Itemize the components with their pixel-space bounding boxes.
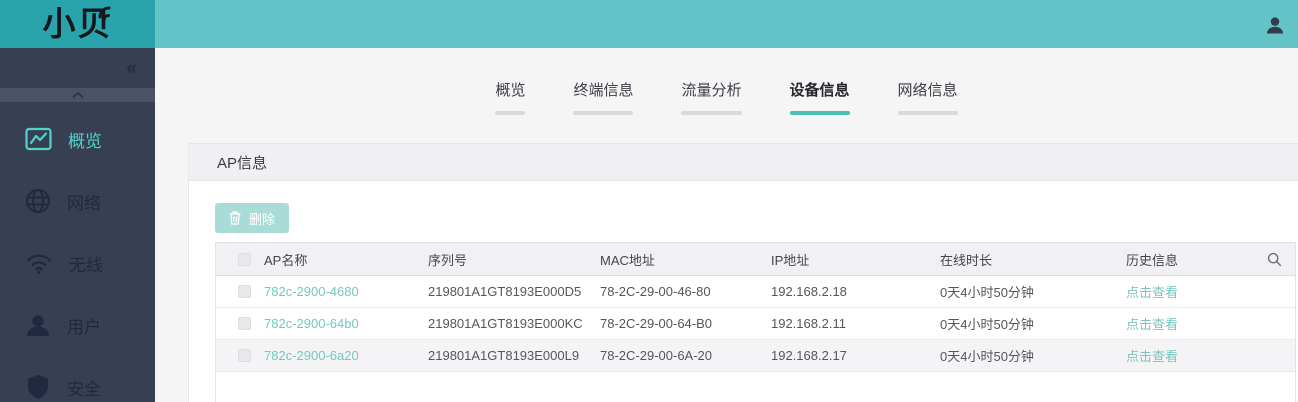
tab-bar: 概览 终端信息 流量分析 设备信息 网络信息 <box>155 48 1298 115</box>
sidebar-item-network[interactable]: 网络 <box>0 170 155 232</box>
ap-name-link[interactable]: 782c-2900-6a20 <box>264 348 359 363</box>
cell-ip: 192.168.2.17 <box>771 348 847 363</box>
tab-network-info[interactable]: 网络信息 <box>889 81 967 115</box>
cell-serial: 219801A1GT8193E000KC <box>428 316 583 331</box>
row-checkbox[interactable] <box>238 285 251 298</box>
column-header-history: 历史信息 <box>1126 252 1179 268</box>
cell-online: 0天4小时50分钟 <box>940 285 1034 300</box>
main-content: 概览 终端信息 流量分析 设备信息 网络信息 AP信息 删除 AP名称 序列号 … <box>155 48 1298 402</box>
user-icon <box>1266 17 1284 34</box>
tab-traffic-analysis[interactable]: 流量分析 <box>672 81 750 115</box>
ap-table: AP名称 序列号 MAC地址 IP地址 在线时长 历史信息 782c-2900-… <box>215 242 1296 402</box>
column-header-online: 在线时长 <box>940 252 993 268</box>
header-bar <box>155 0 1298 48</box>
user-icon <box>26 315 50 336</box>
sidebar-item-label: 网络 <box>67 193 101 213</box>
row-checkbox-cell <box>216 285 251 298</box>
search-icon <box>1267 252 1281 266</box>
tab-label: 概览 <box>495 82 526 99</box>
sidebar-item-wireless[interactable]: 无线 <box>0 232 155 294</box>
cell-online: 0天4小时50分钟 <box>940 317 1034 332</box>
table-row: 782c-2900-4680 219801A1GT8193E000D5 78-2… <box>216 276 1295 308</box>
panel-body: 删除 AP名称 序列号 MAC地址 IP地址 在线时长 历史信息 782c-29… <box>189 181 1298 402</box>
cell-history: 点击查看 <box>1126 346 1253 365</box>
column-header-serial: 序列号 <box>428 252 468 268</box>
table-row: 782c-2900-64b0 219801A1GT8193E000KC 78-2… <box>216 308 1295 340</box>
logo: 小贝 <box>0 0 155 48</box>
tab-underline <box>897 111 958 115</box>
column-header-mac: MAC地址 <box>600 252 655 268</box>
tab-label: 网络信息 <box>897 82 958 99</box>
sidebar-item-label: 无线 <box>69 255 103 275</box>
globe-icon <box>26 189 50 213</box>
cell-ip: 192.168.2.18 <box>771 284 847 299</box>
table-row: 782c-2900-6a20 219801A1GT8193E000L9 78-2… <box>216 340 1295 372</box>
cell-serial: 219801A1GT8193E000L9 <box>428 348 580 363</box>
panel-header: AP信息 <box>189 144 1298 181</box>
cell-serial: 219801A1GT8193E000D5 <box>428 284 582 299</box>
table-header-row: AP名称 序列号 MAC地址 IP地址 在线时长 历史信息 <box>216 243 1295 276</box>
chevron-up-icon <box>71 92 84 98</box>
sidebar-collapse-row: « <box>0 48 155 88</box>
tab-underline <box>495 111 526 115</box>
tab-underline <box>681 111 742 115</box>
tab-label: 设备信息 <box>789 82 850 99</box>
wifi-icon <box>26 254 52 274</box>
cell-mac: 78-2C-29-00-6A-20 <box>600 348 713 363</box>
sidebar-item-users[interactable]: 用户 <box>0 294 155 356</box>
row-checkbox[interactable] <box>238 317 251 330</box>
tab-device-info[interactable]: 设备信息 <box>781 81 859 115</box>
sidebar-item-label: 用户 <box>67 317 101 337</box>
cell-history: 点击查看 <box>1126 314 1253 333</box>
ap-info-panel: AP信息 删除 AP名称 序列号 MAC地址 IP地址 在线时长 历史信息 78… <box>188 143 1298 402</box>
cell-history: 点击查看 <box>1126 282 1253 301</box>
tab-underline <box>573 111 634 115</box>
cell-online: 0天4小时50分钟 <box>940 349 1034 364</box>
cell-ap-name: 782c-2900-4680 <box>251 284 428 299</box>
sidebar: « 概览 网络 无线 用户 安全 <box>0 48 155 402</box>
tab-terminal-info[interactable]: 终端信息 <box>564 81 642 115</box>
tab-label: 流量分析 <box>681 82 742 99</box>
select-all-checkbox[interactable] <box>238 252 251 266</box>
logo-wifi-icon <box>98 6 111 22</box>
ap-name-link[interactable]: 782c-2900-64b0 <box>264 316 359 331</box>
delete-button-label: 删除 <box>249 211 276 227</box>
cell-ip: 192.168.2.11 <box>771 316 846 331</box>
row-checkbox[interactable] <box>238 349 251 362</box>
search-cell <box>1253 252 1295 267</box>
column-header-ip: IP地址 <box>771 252 810 268</box>
cell-mac: 78-2C-29-00-46-80 <box>600 284 711 299</box>
row-checkbox-cell <box>216 317 251 330</box>
user-account-button[interactable] <box>1262 12 1288 38</box>
tab-overview[interactable]: 概览 <box>486 81 534 115</box>
chart-icon <box>25 127 52 151</box>
tab-underline <box>789 111 850 115</box>
panel-title: AP信息 <box>217 154 268 172</box>
history-link[interactable]: 点击查看 <box>1126 285 1178 300</box>
tab-label: 终端信息 <box>573 82 634 99</box>
sidebar-scroll-up[interactable] <box>0 88 155 102</box>
row-checkbox-cell <box>216 349 251 362</box>
ap-name-link[interactable]: 782c-2900-4680 <box>264 284 359 299</box>
sidebar-item-overview[interactable]: 概览 <box>0 108 155 170</box>
sidebar-collapse-button[interactable]: « <box>126 59 137 78</box>
search-button[interactable] <box>1267 252 1282 267</box>
column-header-ap-name: AP名称 <box>264 252 308 268</box>
delete-button[interactable]: 删除 <box>215 203 290 233</box>
trash-icon <box>229 211 241 225</box>
sidebar-item-security[interactable]: 安全 <box>0 356 155 402</box>
sidebar-nav: 概览 网络 无线 用户 安全 <box>0 102 155 402</box>
history-link[interactable]: 点击查看 <box>1126 317 1178 332</box>
cell-mac: 78-2C-29-00-64-B0 <box>600 316 713 331</box>
header-checkbox-cell <box>216 252 251 266</box>
sidebar-item-label: 安全 <box>67 379 101 399</box>
cell-ap-name: 782c-2900-64b0 <box>251 316 428 331</box>
top-header: 小贝 <box>0 0 1298 48</box>
shield-icon <box>28 374 48 400</box>
history-link[interactable]: 点击查看 <box>1126 349 1178 364</box>
sidebar-item-label: 概览 <box>68 131 102 151</box>
cell-ap-name: 782c-2900-6a20 <box>251 348 428 363</box>
